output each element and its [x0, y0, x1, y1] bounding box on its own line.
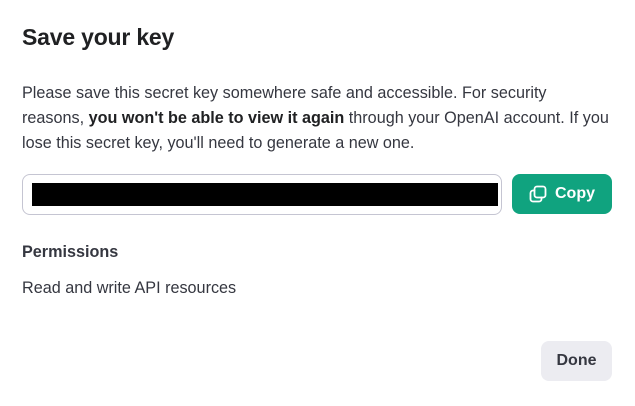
done-button[interactable]: Done	[541, 341, 612, 381]
key-redaction-bar	[32, 183, 498, 206]
copy-icon	[529, 185, 547, 203]
dialog-description: Please save this secret key somewhere sa…	[22, 81, 612, 156]
description-bold-warning: you won't be able to view it again	[88, 109, 345, 127]
done-button-label: Done	[556, 352, 597, 369]
key-row: Copy	[22, 174, 612, 215]
copy-button-label: Copy	[555, 185, 595, 202]
save-key-dialog: Save your key Please save this secret ke…	[0, 0, 635, 406]
permissions-value: Read and write API resources	[22, 279, 237, 297]
dialog-title: Save your key	[22, 24, 175, 50]
copy-button[interactable]: Copy	[512, 174, 612, 214]
secret-key-field[interactable]	[22, 174, 502, 215]
permissions-heading: Permissions	[22, 243, 119, 261]
